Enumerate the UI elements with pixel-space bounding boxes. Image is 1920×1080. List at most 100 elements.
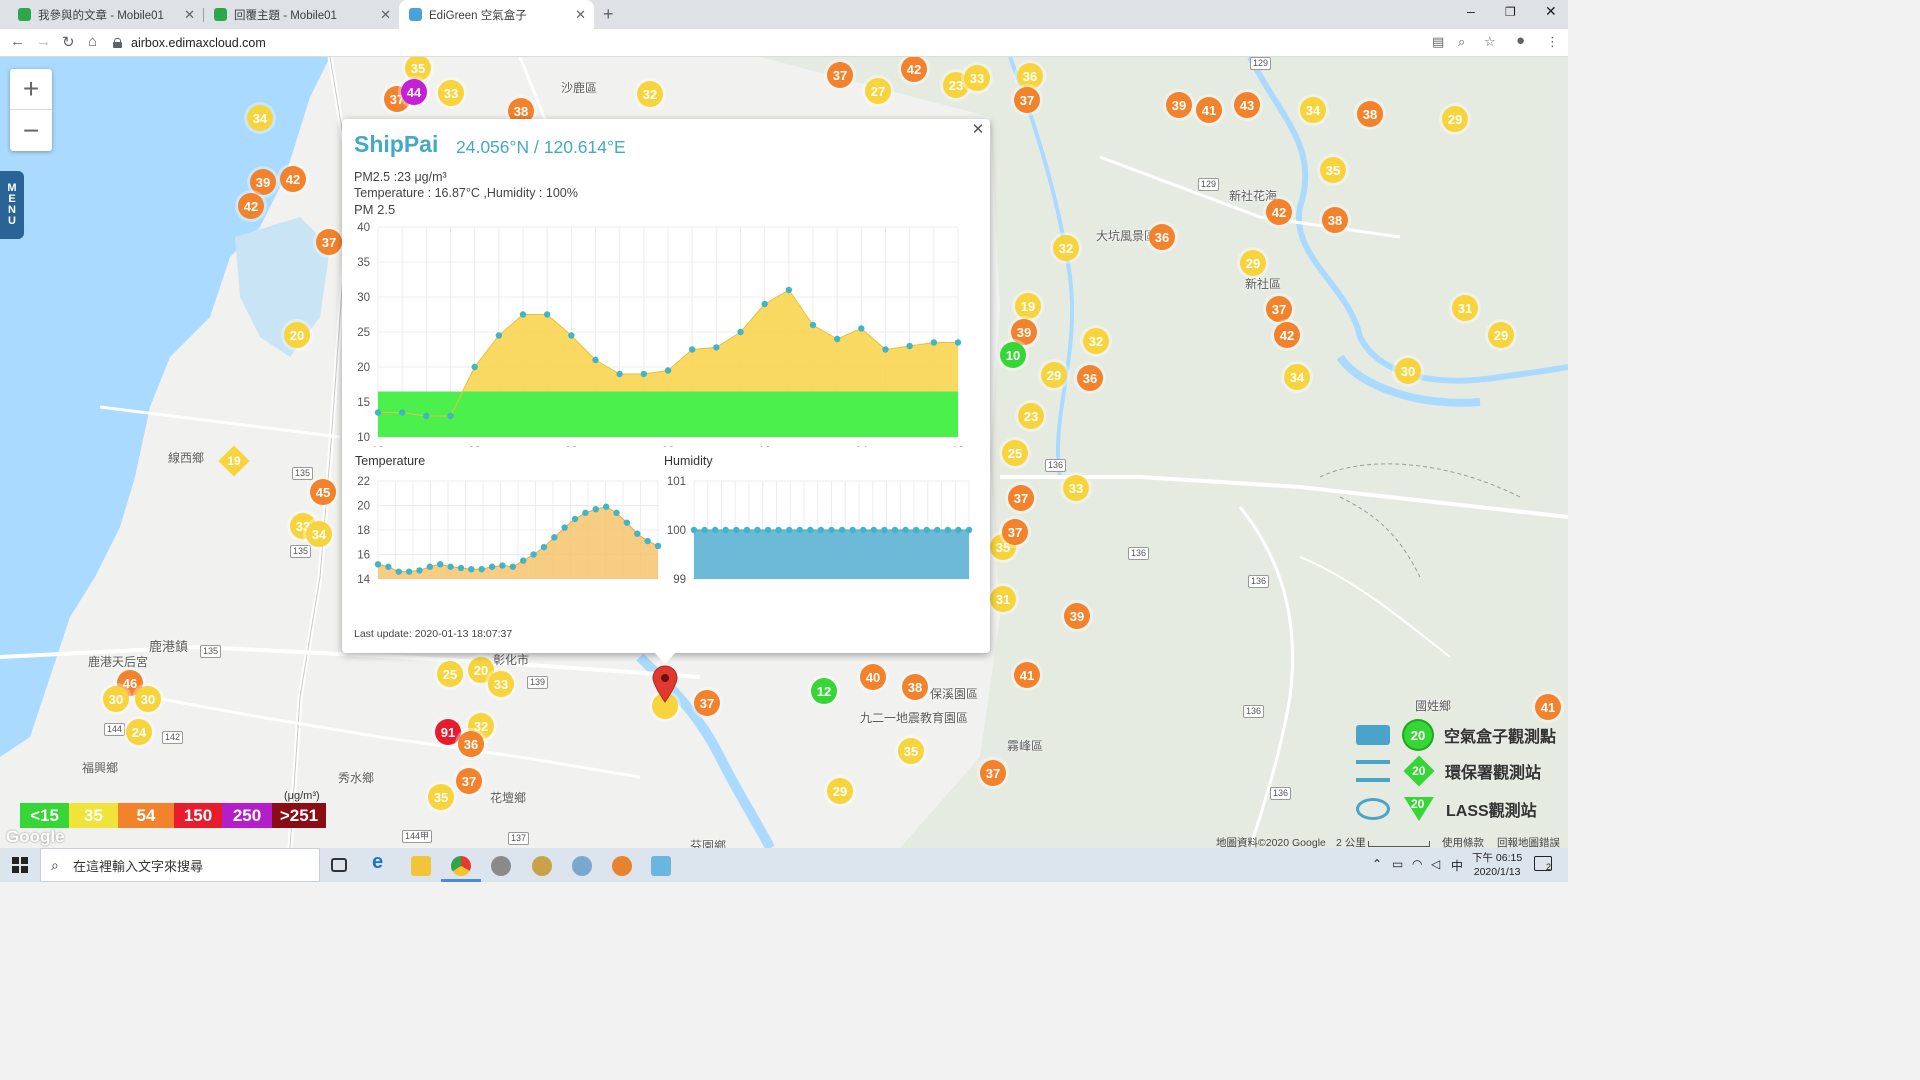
airbox-marker[interactable]: 39: [1011, 319, 1037, 345]
airbox-marker[interactable]: 37: [316, 229, 342, 255]
airbox-marker[interactable]: 42: [238, 193, 264, 219]
translate-icon[interactable]: ▤: [1432, 34, 1444, 50]
airbox-marker[interactable]: 34: [1284, 364, 1310, 390]
airbox-marker[interactable]: 38: [1322, 207, 1348, 233]
airbox-marker[interactable]: 27: [865, 78, 891, 104]
task-view-icon[interactable]: [331, 858, 347, 872]
airbox-marker[interactable]: 37: [1008, 485, 1034, 511]
epa-station-marker[interactable]: 19: [218, 445, 250, 477]
tab-mobile01-reply[interactable]: 回覆主題 - Mobile01 ✕: [204, 0, 399, 29]
airbox-marker[interactable]: 41: [1014, 662, 1040, 688]
airbox-marker[interactable]: 37: [1002, 519, 1028, 545]
airbox-marker[interactable]: 38: [902, 674, 928, 700]
airbox-marker[interactable]: 39: [1064, 603, 1090, 629]
airbox-marker[interactable]: 32: [1053, 235, 1079, 261]
edge-browser-icon[interactable]: e: [372, 851, 392, 873]
tab-close-icon[interactable]: ✕: [380, 7, 391, 23]
system-clock[interactable]: 下午 06:15 2020/1/13: [1472, 851, 1522, 879]
airbox-marker[interactable]: 37: [827, 62, 853, 88]
airbox-marker[interactable]: 30: [1395, 358, 1421, 384]
airbox-marker[interactable]: 32: [1083, 328, 1109, 354]
airbox-marker[interactable]: 34: [306, 521, 332, 547]
airbox-marker[interactable]: 37: [694, 690, 720, 716]
zoom-icon[interactable]: ⌕: [1458, 34, 1465, 50]
airbox-marker[interactable]: 41: [1535, 694, 1561, 720]
tab-close-icon[interactable]: ✕: [575, 7, 586, 23]
airbox-marker[interactable]: 29: [1041, 362, 1067, 388]
airbox-marker[interactable]: 30: [135, 686, 161, 712]
airbox-marker[interactable]: 36: [1149, 224, 1175, 250]
menu-dots-icon[interactable]: ⋮: [1546, 34, 1559, 50]
airbox-marker[interactable]: 41: [1196, 97, 1222, 123]
airbox-marker[interactable]: 12: [811, 678, 837, 704]
airbox-marker[interactable]: 33: [964, 65, 990, 91]
airbox-marker[interactable]: 34: [1300, 97, 1326, 123]
airbox-marker[interactable]: 42: [1274, 322, 1300, 348]
airbox-marker[interactable]: 29: [1488, 322, 1514, 348]
airbox-marker[interactable]: 36: [458, 731, 484, 757]
airbox-marker[interactable]: 25: [1002, 440, 1028, 466]
airbox-marker[interactable]: 23: [1018, 403, 1044, 429]
airbox-marker[interactable]: 35: [898, 738, 924, 764]
profile-icon[interactable]: ●: [1516, 32, 1525, 49]
tab-mobile01-articles[interactable]: 我參與的文章 - Mobile01 ✕: [8, 0, 203, 29]
ime-indicator[interactable]: 中: [1451, 857, 1463, 874]
window-close-icon[interactable]: ✕: [1545, 3, 1557, 20]
airbox-marker[interactable]: 29: [1442, 106, 1468, 132]
airbox-marker[interactable]: 25: [437, 661, 463, 687]
airbox-marker[interactable]: 39: [1166, 92, 1192, 118]
location-pin-icon[interactable]: [652, 665, 678, 703]
airbox-marker[interactable]: 30: [103, 686, 129, 712]
airbox-marker[interactable]: 34: [247, 105, 273, 131]
minimize-icon[interactable]: –: [1467, 3, 1475, 19]
airbox-marker[interactable]: 19: [1015, 293, 1041, 319]
airbox-marker[interactable]: 37: [1014, 87, 1040, 113]
airbox-marker[interactable]: 31: [990, 586, 1016, 612]
airbox-marker[interactable]: 32: [637, 81, 663, 107]
airbox-marker[interactable]: 36: [1077, 365, 1103, 391]
airbox-marker[interactable]: 33: [488, 671, 514, 697]
airbox-marker[interactable]: 24: [126, 719, 152, 745]
airbox-marker[interactable]: 43: [1234, 92, 1260, 118]
wifi-icon[interactable]: ◠: [1412, 857, 1422, 871]
reload-icon[interactable]: ↻: [62, 33, 75, 51]
airbox-marker[interactable]: 44: [401, 79, 427, 105]
report-error-link[interactable]: 回報地圖錯誤: [1497, 835, 1560, 848]
app-icon[interactable]: [491, 856, 511, 876]
chrome-icon[interactable]: [451, 856, 471, 876]
new-tab-icon[interactable]: +: [603, 4, 614, 25]
airbox-marker[interactable]: 42: [1266, 199, 1292, 225]
tab-close-icon[interactable]: ✕: [184, 7, 195, 23]
windows-start-icon[interactable]: [12, 857, 28, 873]
airbox-marker[interactable]: 29: [827, 778, 853, 804]
airbox-marker[interactable]: 20: [284, 322, 310, 348]
zoom-in-button[interactable]: +: [10, 69, 52, 110]
app-icon[interactable]: [532, 856, 552, 876]
bookmark-star-icon[interactable]: ☆: [1484, 34, 1496, 50]
restore-icon[interactable]: ❐: [1505, 5, 1516, 19]
file-explorer-icon[interactable]: [411, 856, 431, 876]
terms-link[interactable]: 使用條款: [1442, 835, 1484, 848]
airbox-marker[interactable]: 91: [435, 719, 461, 745]
airbox-marker[interactable]: 29: [1240, 250, 1266, 276]
home-icon[interactable]: ⌂: [88, 33, 97, 50]
airbox-marker[interactable]: 35: [1320, 157, 1346, 183]
airbox-marker[interactable]: 35: [428, 784, 454, 810]
back-arrow-icon[interactable]: ←: [10, 33, 25, 50]
airbox-marker[interactable]: 37: [980, 760, 1006, 786]
address-bar[interactable]: airbox.edimaxcloud.com: [113, 31, 1533, 54]
popup-close-icon[interactable]: ✕: [970, 121, 986, 138]
airbox-marker[interactable]: 40: [860, 664, 886, 690]
app-icon[interactable]: [572, 856, 592, 876]
menu-button[interactable]: M E N U: [0, 171, 24, 239]
airbox-marker[interactable]: 10: [1000, 342, 1026, 368]
app-icon[interactable]: [612, 856, 632, 876]
network-icon[interactable]: ▭: [1392, 857, 1403, 871]
volume-icon[interactable]: ◁: [1431, 857, 1440, 871]
airbox-marker[interactable]: 45: [310, 479, 336, 505]
airbox-marker[interactable]: 39: [250, 169, 276, 195]
map-canvas[interactable]: + − M E N U 沙鹿區 線西鄉 鹿港鎮 福興鄉 秀水鄉 花壇鄉 彰化市 …: [0, 57, 1568, 848]
airbox-marker[interactable]: 36: [1017, 63, 1043, 89]
tab-edigreen-airbox[interactable]: EdiGreen 空氣盒子 ✕: [399, 0, 594, 29]
airbox-marker[interactable]: 37: [1266, 296, 1292, 322]
